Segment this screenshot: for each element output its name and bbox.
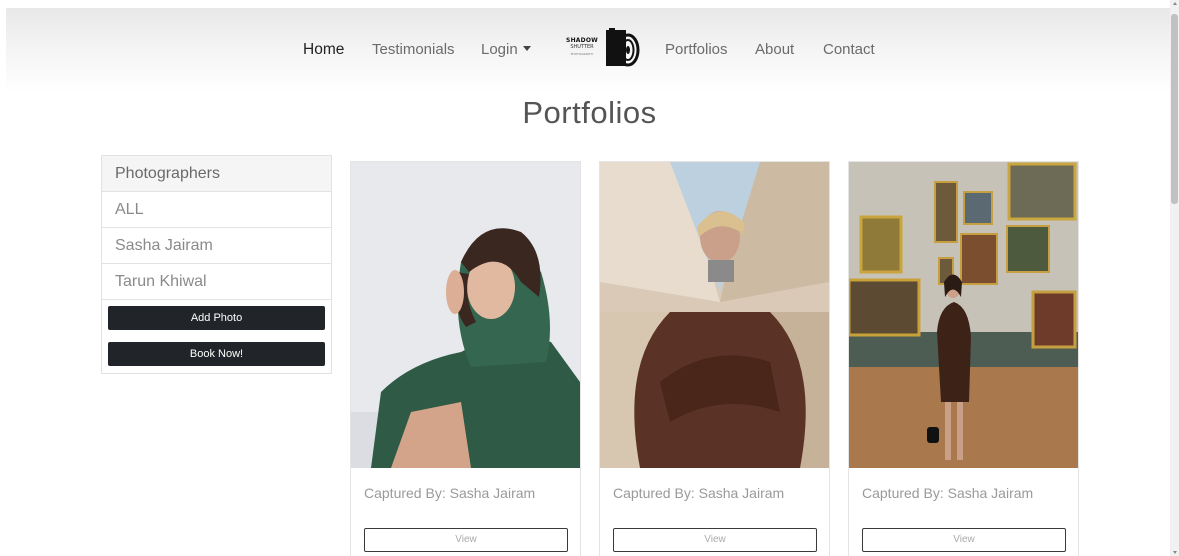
view-button[interactable]: View [613,528,817,552]
nav-about[interactable]: About [755,41,794,58]
sidebar-item-all[interactable]: ALL [102,192,331,228]
logo-line-3: PHOTOGRAPHY [570,52,594,56]
page-title: Portfolios [522,95,657,130]
nav-contact[interactable]: Contact [823,41,875,58]
portfolio-card: Captured By: Sasha Jairam View [350,161,581,556]
scroll-up-arrow-icon[interactable] [1173,2,1177,5]
scroll-down-arrow-icon[interactable] [1173,551,1177,554]
nav-home[interactable]: Home [303,41,344,59]
add-photo-button[interactable]: Add Photo [108,306,325,330]
photographers-sidebar: Photographers ALL Sasha Jairam Tarun Khi… [101,155,332,374]
portfolio-card: Captured By: Sasha Jairam View [848,161,1079,556]
logo-line-2: SHUTTER [570,44,594,50]
caret-down-icon [522,46,531,51]
nav-login-dropdown[interactable]: Login [481,41,531,58]
portfolio-card: Captured By: Sasha Jairam View [599,161,830,556]
logo-wordmark: SHADOW SHUTTER PHOTOGRAPHY [562,38,602,56]
card-caption: Captured By: Sasha Jairam [862,485,1034,501]
nav-testimonials[interactable]: Testimonials [372,41,455,58]
brand-logo[interactable]: SHADOW SHUTTER PHOTOGRAPHY [562,28,644,74]
view-button[interactable]: View [862,528,1066,552]
camera-icon [606,28,640,67]
portfolio-photo[interactable] [600,162,829,468]
portfolio-photo[interactable] [849,162,1078,468]
card-caption: Captured By: Sasha Jairam [613,485,785,501]
sidebar-item-tarun-khiwal[interactable]: Tarun Khiwal [102,264,331,300]
sidebar-header: Photographers [102,156,331,192]
view-button[interactable]: View [364,528,568,552]
card-caption: Captured By: Sasha Jairam [364,485,536,501]
vertical-scrollbar[interactable] [1170,0,1179,556]
book-now-button[interactable]: Book Now! [108,342,325,366]
sidebar-item-sasha-jairam[interactable]: Sasha Jairam [102,228,331,264]
nav-login-label: Login [481,41,518,58]
nav-portfolios[interactable]: Portfolios [665,41,728,58]
portfolio-photo[interactable] [351,162,580,468]
top-navbar: Home Testimonials Login SHADOW SHUTTER P… [6,8,1172,94]
